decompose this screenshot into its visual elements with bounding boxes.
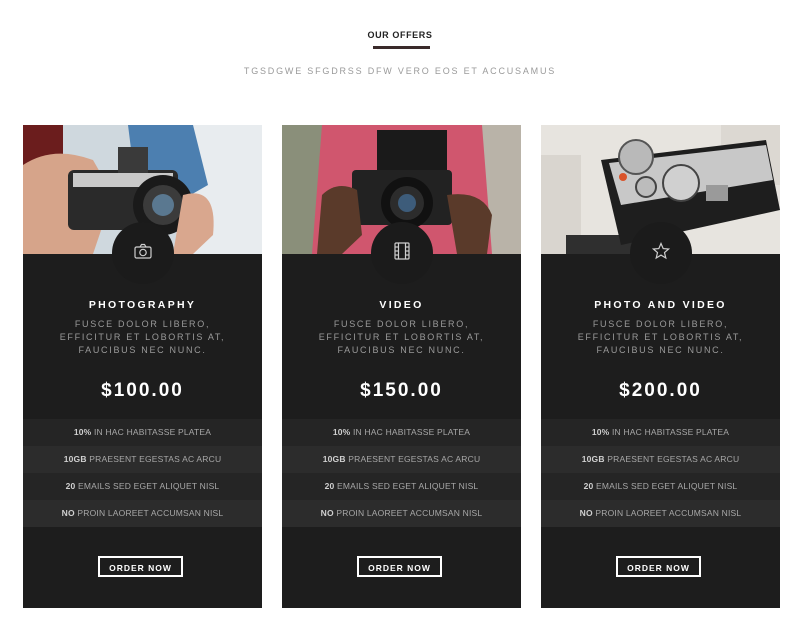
feature-text: PRAESENT EGESTAS AC ARCU bbox=[345, 454, 481, 464]
feature-highlight: NO bbox=[579, 508, 593, 518]
feature-item: 20 EMAILS SED EGET ALIQUET NISL bbox=[541, 473, 780, 500]
feature-text: PRAESENT EGESTAS AC ARCU bbox=[86, 454, 222, 464]
feature-list: 10% IN HAC HABITASSE PLATEA 10GB PRAESEN… bbox=[23, 419, 262, 527]
title-underline bbox=[373, 46, 430, 49]
plan-description: FUSCE DOLOR LIBERO, EFFICITUR ET LOBORTI… bbox=[59, 319, 226, 355]
star-icon bbox=[651, 241, 671, 265]
feature-highlight: 20 bbox=[65, 481, 76, 491]
feature-text: PROIN LAOREET ACCUMSAN NISL bbox=[74, 508, 224, 518]
feature-item: 10GB PRAESENT EGESTAS AC ARCU bbox=[282, 446, 521, 473]
feature-highlight: 10% bbox=[591, 427, 610, 437]
pricing-card-photo-and-video: PHOTO AND VIDEO FUSCE DOLOR LIBERO, EFFI… bbox=[541, 125, 780, 608]
feature-highlight: 10GB bbox=[581, 454, 605, 464]
feature-highlight: NO bbox=[320, 508, 334, 518]
feature-highlight: 10% bbox=[73, 427, 92, 437]
feature-highlight: 20 bbox=[583, 481, 594, 491]
feature-item: NO PROIN LAOREET ACCUMSAN NISL bbox=[23, 500, 262, 527]
plan-title: PHOTOGRAPHY bbox=[88, 299, 197, 311]
plan-description: FUSCE DOLOR LIBERO, EFFICITUR ET LOBORTI… bbox=[318, 319, 485, 355]
section-subtitle: TGSDGWE SFGDRSS DFW VERO EOS ET ACCUSAMU… bbox=[243, 66, 557, 76]
feature-highlight: NO bbox=[61, 508, 75, 518]
feature-item: NO PROIN LAOREET ACCUMSAN NISL bbox=[541, 500, 780, 527]
feature-item: 10% IN HAC HABITASSE PLATEA bbox=[541, 419, 780, 446]
pricing-card-photography: PHOTOGRAPHY FUSCE DOLOR LIBERO, EFFICITU… bbox=[23, 125, 262, 608]
feature-highlight: 10% bbox=[332, 427, 351, 437]
camera-icon bbox=[134, 243, 152, 264]
order-now-button[interactable]: ORDER NOW bbox=[616, 556, 701, 577]
feature-text: IN HAC HABITASSE PLATEA bbox=[609, 427, 730, 437]
icon-badge bbox=[112, 222, 174, 284]
feature-list: 10% IN HAC HABITASSE PLATEA 10GB PRAESEN… bbox=[282, 419, 521, 527]
feature-text: PRAESENT EGESTAS AC ARCU bbox=[604, 454, 740, 464]
film-icon bbox=[394, 241, 410, 265]
icon-badge bbox=[371, 222, 433, 284]
section-title: OUR OFFERS bbox=[367, 30, 433, 40]
feature-item: NO PROIN LAOREET ACCUMSAN NISL bbox=[282, 500, 521, 527]
feature-item: 20 EMAILS SED EGET ALIQUET NISL bbox=[282, 473, 521, 500]
plan-price: $100.00 bbox=[101, 380, 184, 401]
feature-list: 10% IN HAC HABITASSE PLATEA 10GB PRAESEN… bbox=[541, 419, 780, 527]
feature-item: 10GB PRAESENT EGESTAS AC ARCU bbox=[23, 446, 262, 473]
feature-highlight: 10GB bbox=[63, 454, 87, 464]
feature-text: EMAILS SED EGET ALIQUET NISL bbox=[75, 481, 220, 491]
feature-text: EMAILS SED EGET ALIQUET NISL bbox=[593, 481, 738, 491]
feature-text: IN HAC HABITASSE PLATEA bbox=[91, 427, 212, 437]
feature-highlight: 20 bbox=[324, 481, 335, 491]
feature-item: 10% IN HAC HABITASSE PLATEA bbox=[282, 419, 521, 446]
feature-item: 20 EMAILS SED EGET ALIQUET NISL bbox=[23, 473, 262, 500]
feature-item: 10GB PRAESENT EGESTAS AC ARCU bbox=[541, 446, 780, 473]
feature-text: PROIN LAOREET ACCUMSAN NISL bbox=[592, 508, 742, 518]
offers-section: OUR OFFERS TGSDGWE SFGDRSS DFW VERO EOS … bbox=[0, 0, 800, 640]
feature-text: EMAILS SED EGET ALIQUET NISL bbox=[334, 481, 479, 491]
order-now-button[interactable]: ORDER NOW bbox=[98, 556, 183, 577]
icon-badge bbox=[630, 222, 692, 284]
pricing-card-video: VIDEO FUSCE DOLOR LIBERO, EFFICITUR ET L… bbox=[282, 125, 521, 608]
plan-title: PHOTO AND VIDEO bbox=[594, 299, 727, 311]
order-now-button[interactable]: ORDER NOW bbox=[357, 556, 442, 577]
plan-title: VIDEO bbox=[379, 299, 424, 311]
plan-description: FUSCE DOLOR LIBERO, EFFICITUR ET LOBORTI… bbox=[577, 319, 744, 355]
plan-price: $200.00 bbox=[619, 380, 702, 401]
feature-item: 10% IN HAC HABITASSE PLATEA bbox=[23, 419, 262, 446]
feature-text: IN HAC HABITASSE PLATEA bbox=[350, 427, 471, 437]
feature-text: PROIN LAOREET ACCUMSAN NISL bbox=[333, 508, 483, 518]
feature-highlight: 10GB bbox=[322, 454, 346, 464]
plan-price: $150.00 bbox=[360, 380, 443, 401]
